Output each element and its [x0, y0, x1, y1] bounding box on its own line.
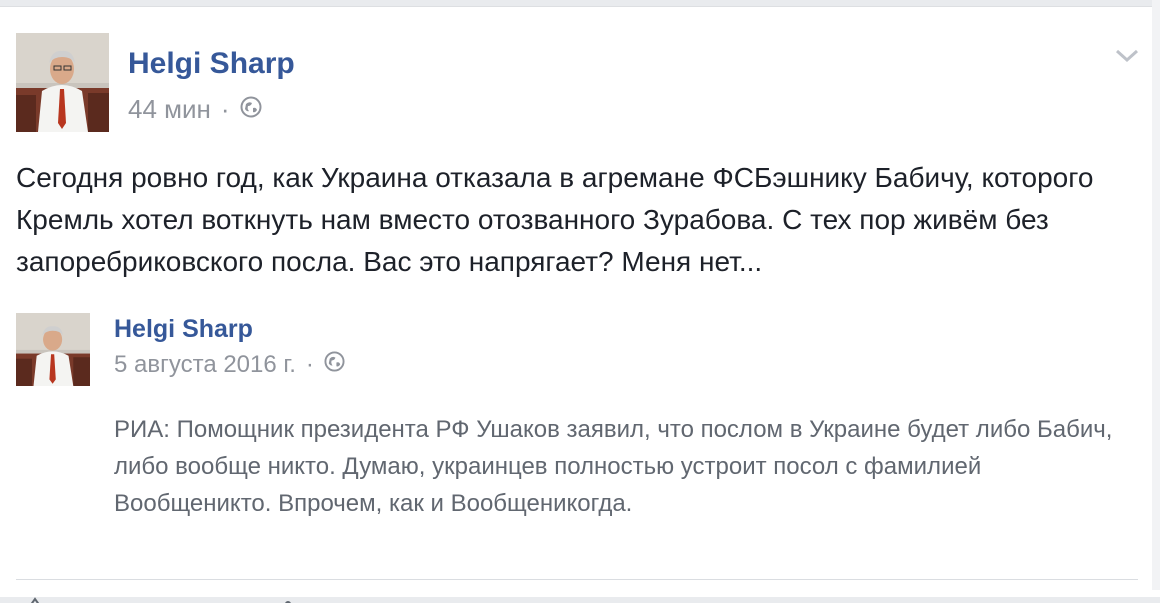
shared-author-name[interactable]: Helgi Sharp — [114, 315, 253, 344]
meta-separator: · — [305, 351, 314, 378]
action-bar-partial — [26, 593, 296, 603]
avatar-photo — [16, 33, 109, 132]
shared-author-avatar[interactable] — [16, 313, 90, 386]
scrollbar[interactable] — [1152, 0, 1160, 590]
post-meta: 44 мин · — [128, 94, 262, 125]
chevron-down-icon[interactable] — [1112, 45, 1142, 67]
post-card: Helgi Sharp 44 мин · Сегодня ровно год, … — [0, 6, 1160, 603]
globe-icon[interactable] — [324, 351, 345, 379]
post-body-text: Сегодня ровно год, как Украина отказала … — [16, 162, 1094, 277]
shared-post-text: РИА: Помощник президента РФ Ушаков заяви… — [114, 416, 1113, 517]
post-author-name[interactable]: Helgi Sharp — [128, 47, 295, 81]
meta-separator: · — [220, 94, 230, 124]
shared-post-meta: 5 августа 2016 г. · — [114, 351, 345, 379]
shared-post-date[interactable]: 5 августа 2016 г. — [114, 351, 296, 379]
post-timestamp[interactable]: 44 мин — [128, 94, 211, 125]
author-avatar[interactable] — [16, 33, 109, 132]
avatar-photo — [16, 313, 90, 386]
actions-divider — [16, 579, 1138, 580]
globe-icon[interactable] — [240, 94, 262, 125]
